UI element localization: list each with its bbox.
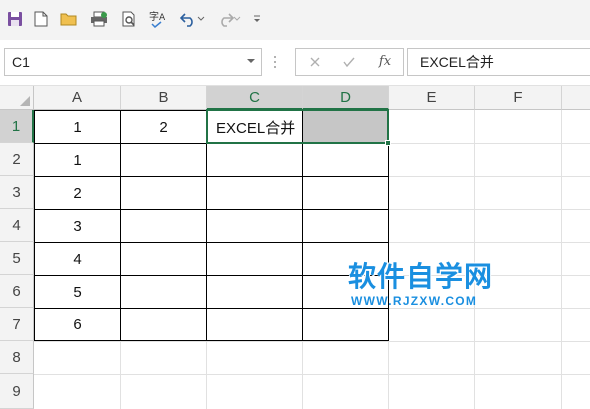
row-header-4[interactable]: 4: [0, 209, 34, 242]
new-document-icon[interactable]: [30, 8, 52, 30]
cell-a6[interactable]: 5: [35, 276, 120, 308]
watermark-title: 软件自学网: [348, 260, 494, 293]
print-icon[interactable]: [88, 8, 110, 30]
select-all-button[interactable]: [0, 86, 34, 110]
open-folder-icon[interactable]: [58, 8, 80, 30]
save-icon[interactable]: [4, 8, 26, 30]
cell-a4[interactable]: 3: [35, 210, 120, 242]
row-header-7[interactable]: 7: [0, 308, 34, 341]
insert-function-icon[interactable]: fx: [374, 52, 396, 72]
cell-b1[interactable]: 2: [121, 111, 206, 143]
name-box[interactable]: C1: [4, 48, 262, 76]
watermark-url: WWW.RJZXW.COM: [351, 294, 478, 308]
formula-buttons: fx: [295, 48, 404, 76]
spelling-icon[interactable]: 字A: [148, 8, 170, 30]
cell-a7[interactable]: 6: [35, 309, 120, 340]
formula-bar-resize-handle[interactable]: [270, 50, 280, 76]
column-header-c[interactable]: C: [207, 86, 303, 110]
row-header-8[interactable]: 8: [0, 341, 34, 374]
cell-c1[interactable]: EXCEL合并: [208, 111, 302, 143]
cell-a1[interactable]: 1: [35, 111, 120, 143]
svg-text:A: A: [159, 13, 166, 23]
redo-dropdown-icon[interactable]: [232, 8, 242, 30]
fill-handle[interactable]: [385, 140, 391, 146]
row-header-9[interactable]: 9: [0, 374, 34, 409]
column-header-g[interactable]: [562, 86, 590, 110]
undo-dropdown-icon[interactable]: [196, 8, 206, 30]
column-header-d[interactable]: D: [303, 86, 389, 110]
enter-icon[interactable]: [340, 53, 358, 71]
quick-access-toolbar: 字A: [0, 0, 590, 40]
print-preview-icon[interactable]: [118, 8, 140, 30]
cell-a5[interactable]: 4: [35, 243, 120, 275]
customize-toolbar-icon[interactable]: [250, 8, 264, 30]
row-header-6[interactable]: 6: [0, 275, 34, 308]
watermark: 软件自学网 WWW.RJZXW.COM: [348, 260, 494, 309]
column-header-a[interactable]: A: [34, 86, 121, 110]
formula-input[interactable]: EXCEL合并: [407, 48, 590, 76]
row-header-5[interactable]: 5: [0, 242, 34, 275]
cell-a3[interactable]: 2: [35, 177, 120, 209]
row-header-3[interactable]: 3: [0, 176, 34, 209]
column-header-b[interactable]: B: [121, 86, 207, 110]
chevron-down-icon[interactable]: [246, 56, 256, 67]
column-header-e[interactable]: E: [389, 86, 475, 110]
row-header-2[interactable]: 2: [0, 143, 34, 176]
svg-text:字: 字: [149, 10, 159, 23]
cell-a2[interactable]: 1: [35, 144, 120, 176]
cancel-icon[interactable]: [306, 53, 324, 71]
row-header-1[interactable]: 1: [0, 110, 34, 143]
column-header-f[interactable]: F: [475, 86, 562, 110]
